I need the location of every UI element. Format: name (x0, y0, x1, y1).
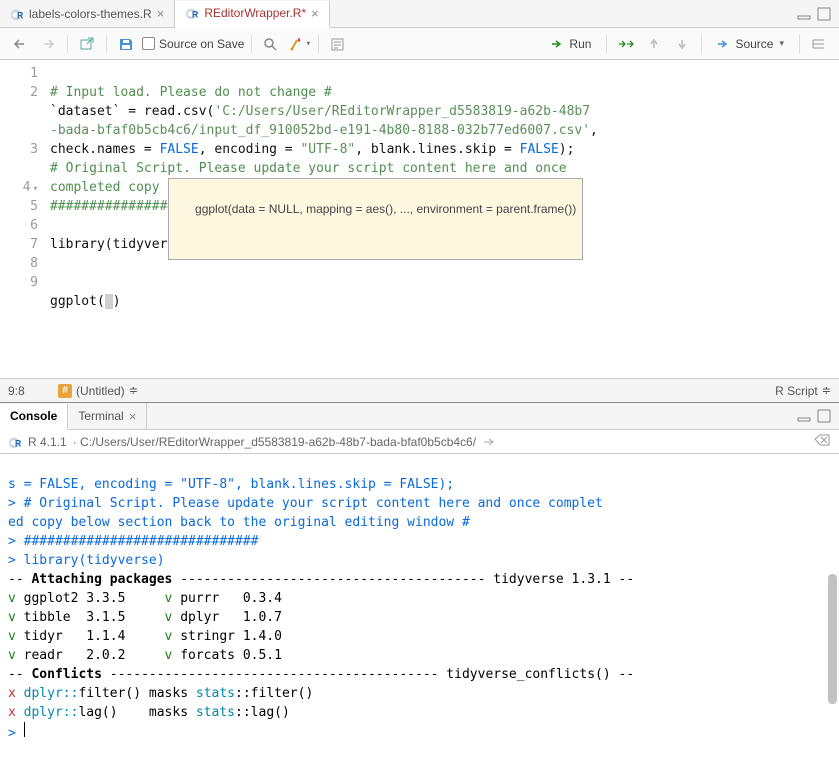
console-output[interactable]: s = FALSE, encoding = "UTF-8", blank.lin… (0, 454, 839, 762)
r-logo-icon: R (8, 435, 22, 449)
line-gutter: 1 2 3 4 5 6 7 8 9 (0, 60, 50, 378)
tab-label: labels-colors-themes.R (29, 7, 152, 21)
close-icon[interactable]: × (129, 409, 137, 424)
window-controls (797, 7, 839, 21)
chunk-nav[interactable]: # (Untitled) ≑ (58, 384, 138, 398)
signature-tooltip: ggplot(data = NULL, mapping = aes(), ...… (168, 178, 583, 260)
minimize-pane-icon[interactable] (797, 7, 811, 21)
working-dir[interactable]: · C:/Users/User/REditorWrapper_d5583819-… (73, 435, 476, 449)
source-on-save-checkbox[interactable]: Source on Save (142, 37, 244, 51)
back-button[interactable] (8, 33, 32, 55)
rerun-button[interactable] (614, 33, 638, 55)
file-type-selector[interactable]: R Script≑ (775, 384, 831, 398)
editor-toolbar: Source on Save ▾ Run Source ▾ (0, 28, 839, 60)
editor-statusbar: 9:8 # (Untitled) ≑ R Script≑ (0, 378, 839, 402)
tab-console[interactable]: Console (0, 404, 68, 430)
open-dir-icon[interactable] (482, 436, 494, 448)
r-version: R 4.1.1 (28, 435, 67, 449)
source-label: Source (735, 37, 773, 51)
save-button[interactable] (114, 33, 138, 55)
svg-text:R: R (15, 438, 22, 448)
tab-file-2[interactable]: R REditorWrapper.R* × (175, 1, 329, 28)
scroll-thumb[interactable] (828, 574, 837, 704)
source-button[interactable]: Source ▾ (709, 35, 792, 53)
svg-text:R: R (17, 10, 24, 20)
console-scrollbar[interactable] (827, 454, 837, 762)
code-area[interactable]: # Input load. Please do not change # `da… (50, 60, 839, 378)
svg-text:R: R (192, 9, 199, 19)
r-file-icon: R (185, 6, 199, 20)
tab-terminal[interactable]: Terminal × (68, 403, 147, 429)
show-in-new-window-button[interactable] (75, 33, 99, 55)
find-button[interactable] (259, 33, 283, 55)
maximize-pane-icon[interactable] (817, 409, 831, 423)
window-controls (797, 409, 839, 423)
run-label: Run (569, 37, 591, 51)
forward-button[interactable] (36, 33, 60, 55)
text-cursor (105, 294, 113, 309)
chunk-icon: # (58, 384, 72, 398)
close-icon[interactable]: × (157, 6, 165, 21)
console-pathbar: R R 4.1.1 · C:/Users/User/REditorWrapper… (0, 430, 839, 454)
close-icon[interactable]: × (311, 6, 319, 21)
outline-button[interactable] (807, 33, 831, 55)
source-icon (717, 38, 731, 50)
compile-report-button[interactable] (326, 33, 350, 55)
code-editor[interactable]: 1 2 3 4 5 6 7 8 9 # Input load. Please d… (0, 60, 839, 378)
go-to-prev-button[interactable] (642, 33, 666, 55)
code-tools-button[interactable]: ▾ (287, 33, 311, 55)
console-tabbar: Console Terminal × (0, 402, 839, 430)
tab-label: REditorWrapper.R* (204, 6, 306, 20)
cursor-position[interactable]: 9:8 (8, 384, 58, 398)
minimize-pane-icon[interactable] (797, 409, 811, 423)
r-file-icon: R (10, 7, 24, 21)
go-to-next-button[interactable] (670, 33, 694, 55)
chunk-label: (Untitled) (76, 384, 125, 398)
editor-tabbar: R labels-colors-themes.R × R REditorWrap… (0, 0, 839, 28)
clear-console-icon[interactable] (813, 433, 831, 447)
maximize-pane-icon[interactable] (817, 7, 831, 21)
source-on-save-label: Source on Save (159, 37, 244, 51)
tab-file-1[interactable]: R labels-colors-themes.R × (0, 0, 175, 27)
run-icon (551, 38, 565, 50)
run-button[interactable]: Run (543, 35, 599, 53)
